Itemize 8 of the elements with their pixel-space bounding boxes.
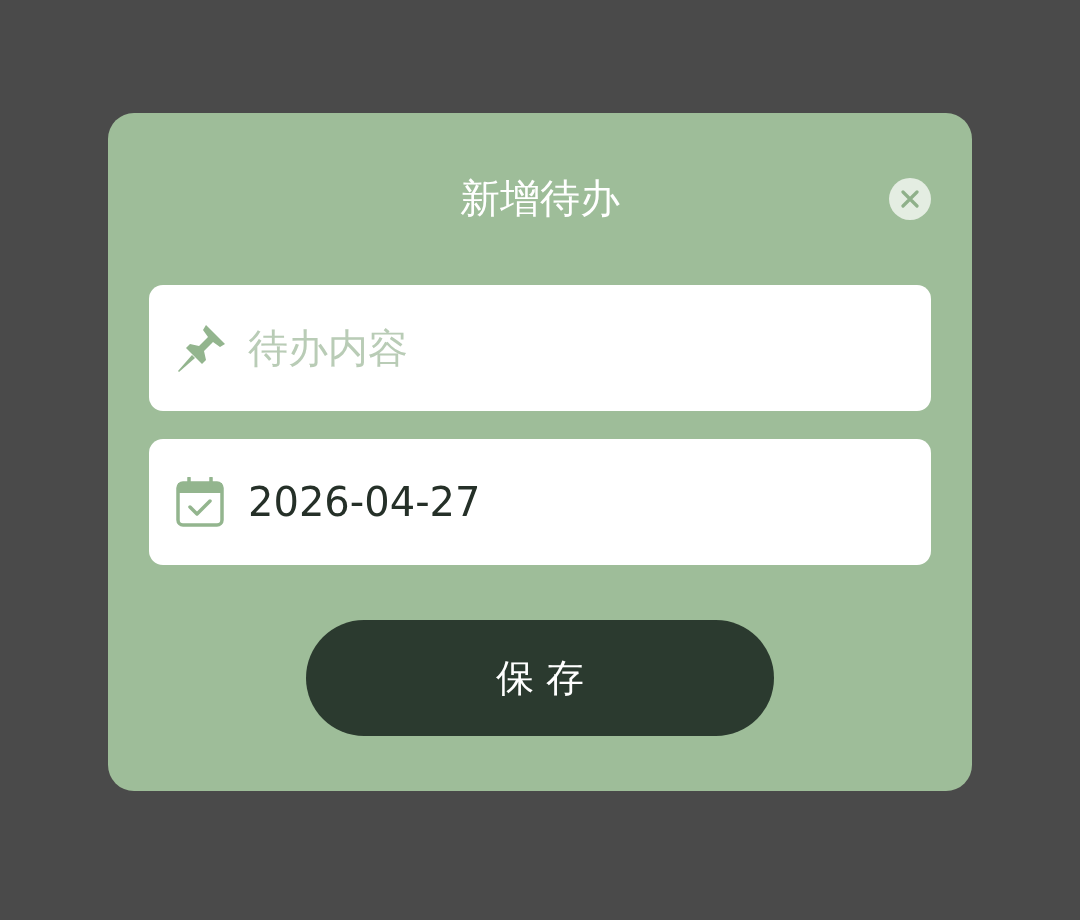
close-icon (901, 190, 919, 208)
date-field[interactable]: 2026-04-27 (149, 439, 931, 565)
content-field[interactable]: 待办内容 (149, 285, 931, 411)
dialog-title: 新增待办 (460, 174, 620, 223)
save-button[interactable]: 保 存 (306, 620, 774, 736)
calendar-icon (176, 477, 224, 527)
pin-icon (176, 322, 228, 374)
close-button[interactable] (889, 178, 931, 220)
